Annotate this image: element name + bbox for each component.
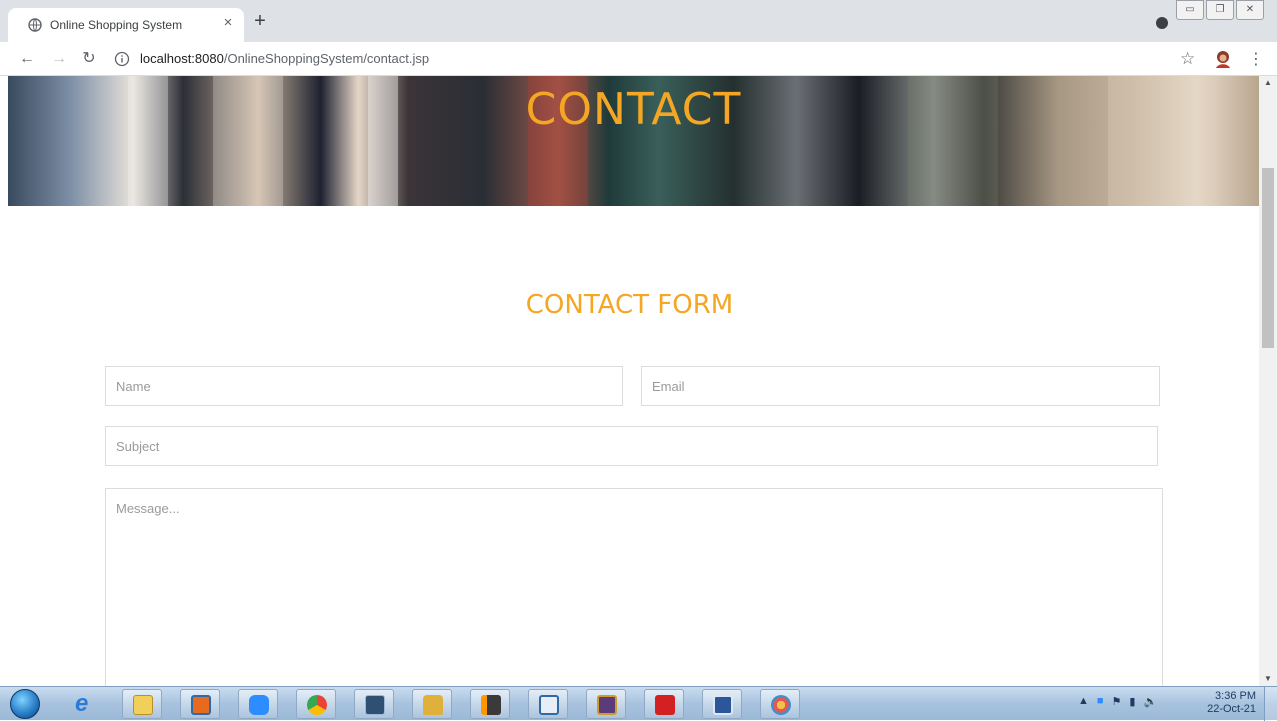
clock-time: 3:36 PM <box>1215 690 1256 702</box>
zoom-tray-icon[interactable]: ■ <box>1097 695 1104 708</box>
browser-tab-strip: Online Shopping System × + ▭ ❐ ✕ <box>0 0 1277 42</box>
notepad-window-icon[interactable] <box>528 689 568 719</box>
java-ide-icon[interactable] <box>586 689 626 719</box>
menu-dots-icon[interactable]: ⋮ <box>1248 49 1264 69</box>
media-player-icon[interactable] <box>180 689 220 719</box>
contact-form-heading: CONTACT FORM <box>525 290 734 320</box>
minimize-button[interactable]: ▭ <box>1176 0 1204 20</box>
close-window-button[interactable]: ✕ <box>1236 0 1264 20</box>
page-viewport: CONTACT CONTACT FORM <box>0 76 1259 686</box>
system-tray: ▲ ■ ⚑ ▮ 🔈 <box>1078 695 1157 708</box>
clock-date: 22-Oct-21 <box>1207 703 1256 715</box>
maximize-button[interactable]: ❐ <box>1206 0 1234 20</box>
address-bar[interactable]: localhost:8080/OnlineShoppingSystem/cont… <box>140 51 429 66</box>
windows-taskbar: e ▲ ■ ⚑ ▮ 🔈 3:36 PM 22-Oct-21 <box>0 686 1277 721</box>
file-explorer-icon[interactable] <box>122 689 162 719</box>
subject-field[interactable] <box>105 426 1158 466</box>
info-icon[interactable] <box>114 51 130 67</box>
taskbar-clock[interactable]: 3:36 PM 22-Oct-21 <box>1196 690 1256 716</box>
window-controls: ▭ ❐ ✕ <box>1176 0 1266 20</box>
scroll-down-arrow-icon[interactable]: ▼ <box>1259 672 1277 686</box>
show-desktop-button[interactable] <box>1264 687 1277 721</box>
profile-icon[interactable] <box>1156 17 1168 29</box>
word-icon[interactable] <box>702 689 742 719</box>
paint-icon[interactable] <box>760 689 800 719</box>
forward-arrow-icon[interactable]: → <box>50 50 68 68</box>
banner-title: CONTACT <box>525 84 742 135</box>
extension-avatar-icon[interactable] <box>1212 48 1234 70</box>
browser-tab[interactable]: Online Shopping System × <box>8 8 244 42</box>
name-field[interactable] <box>105 366 623 406</box>
snipping-tool-icon[interactable] <box>354 689 394 719</box>
volume-icon[interactable]: 🔈 <box>1143 695 1157 708</box>
tray-expand-icon[interactable]: ▲ <box>1078 695 1089 708</box>
lock-app-icon[interactable] <box>412 689 452 719</box>
scrollbar-thumb[interactable] <box>1262 168 1274 348</box>
internet-explorer-icon[interactable]: e <box>64 689 104 719</box>
tab-title: Online Shopping System <box>50 18 183 32</box>
tab-close-icon[interactable]: × <box>220 15 236 31</box>
back-arrow-icon[interactable]: ← <box>18 50 36 68</box>
reload-icon[interactable]: ↻ <box>80 50 98 68</box>
message-textarea[interactable] <box>105 488 1163 686</box>
chrome-icon[interactable] <box>296 689 336 719</box>
hero-banner: CONTACT <box>8 76 1259 206</box>
flag-icon[interactable]: ⚑ <box>1112 695 1122 708</box>
network-icon[interactable]: ▮ <box>1129 695 1135 708</box>
scroll-up-arrow-icon[interactable]: ▲ <box>1259 76 1277 90</box>
url-host: localhost:8080 <box>140 51 224 66</box>
new-tab-button[interactable]: + <box>250 11 270 32</box>
zoom-icon[interactable] <box>238 689 278 719</box>
url-path: /OnlineShoppingSystem/contact.jsp <box>223 51 430 66</box>
start-button[interactable] <box>10 689 40 719</box>
bookmark-star-icon[interactable]: ☆ <box>1180 49 1195 69</box>
sublime-text-icon[interactable] <box>470 689 510 719</box>
email-field[interactable] <box>641 366 1160 406</box>
page-scrollbar[interactable]: ▲ ▼ <box>1259 76 1277 686</box>
globe-icon <box>28 18 42 32</box>
browser-toolbar: ← → ↻ localhost:8080/OnlineShoppingSyste… <box>0 42 1277 76</box>
acrobat-reader-icon[interactable] <box>644 689 684 719</box>
